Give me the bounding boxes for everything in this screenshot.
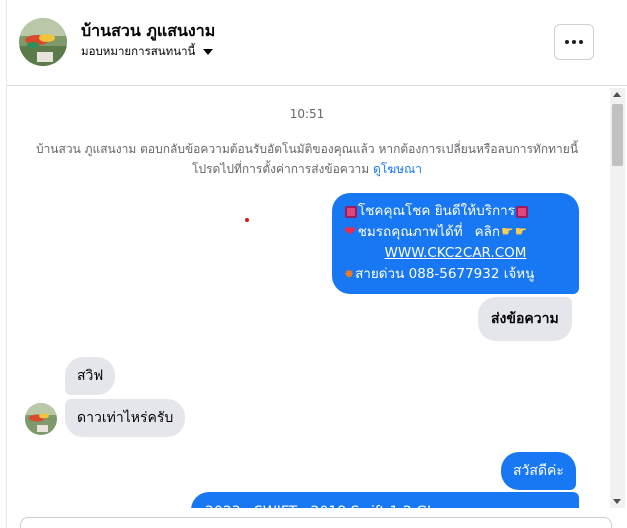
more-dot-icon — [579, 40, 583, 44]
pointing-hand-icon: ☛ — [514, 224, 528, 240]
assign-conversation-dropdown[interactable]: มอบหมายการสนทนานี้ — [81, 43, 214, 61]
message-composer[interactable] — [20, 517, 612, 528]
message-line-text: โชคคุณโชค ยินดีให้บริการ — [358, 203, 515, 219]
message-line-text: คลิก — [474, 224, 501, 240]
message-line: WWW.CKC2CAR.COM — [344, 243, 567, 264]
page-name: บ้านสวน ภูแสนงาม — [81, 21, 216, 40]
conversation-header: บ้านสวน ภูแสนงาม มอบหมายการสนทนานี้ — [7, 0, 627, 86]
red-dot-marker — [245, 218, 249, 222]
auto-reply-notice: บ้านสวน ภูแสนงาม ตอบกลับข้อความต้อนรับอั… — [25, 139, 589, 179]
sparkle-square-icon — [515, 205, 528, 218]
sender-avatar[interactable] — [25, 403, 57, 435]
scroll-down-icon[interactable] — [613, 499, 621, 504]
sparkle-square-icon — [345, 205, 357, 218]
incoming-message[interactable]: สวิฟ — [65, 357, 116, 395]
scroll-thumb[interactable] — [612, 104, 623, 166]
message-line-text: ชมรถคุณภาพได้ที่ — [357, 224, 463, 240]
message-line-text: สายด่วน 088-5677932 เจ้หนู — [355, 266, 535, 282]
caret-down-icon — [203, 49, 214, 55]
heart-icon: ❤ — [344, 224, 356, 240]
thread-scrollbar[interactable] — [610, 88, 625, 508]
message-timestamp: 10:51 — [289, 107, 325, 121]
view-ad-link[interactable]: ดูโฆษณา — [373, 162, 422, 176]
incoming-message[interactable]: ดาวเท่าไหร่ครับ — [65, 399, 186, 437]
scroll-up-icon[interactable] — [613, 92, 621, 97]
burst-icon: ✸ — [344, 267, 355, 281]
message-line: ✸ สายด่วน 088-5677932 เจ้หนู — [344, 264, 567, 285]
message-line: โชคคุณโชค ยินดีให้บริการ — [344, 201, 567, 222]
auto-reply-notice-text: บ้านสวน ภูแสนงาม ตอบกลับข้อความต้อนรับอั… — [35, 142, 579, 176]
website-link[interactable]: WWW.CKC2CAR.COM — [385, 243, 527, 264]
page-avatar[interactable] — [19, 18, 67, 66]
message-line: ❤ ชมรถคุณภาพได้ที่ คลิก ☛ ☛ — [344, 222, 567, 243]
left-edge — [0, 0, 7, 528]
outgoing-message[interactable]: 2023 · SWIFT · 2018 Swift 1.2 GL — [191, 492, 579, 508]
more-dot-icon — [572, 40, 576, 44]
outgoing-message[interactable]: สวัสดีค่ะ — [501, 452, 576, 490]
outgoing-welcome-message[interactable]: โชคคุณโชค ยินดีให้บริการ ❤ ชมรถคุณภาพได้… — [332, 193, 579, 294]
pointing-hand-icon: ☛ — [501, 224, 514, 240]
assign-label: มอบหมายการสนทนานี้ — [81, 44, 196, 58]
more-options-button[interactable] — [554, 24, 594, 60]
message-thread[interactable]: 10:51 บ้านสวน ภูแสนงาม ตอบกลับข้อความต้อ… — [7, 87, 613, 508]
more-dot-icon — [565, 40, 569, 44]
send-message-bubble[interactable]: ส่งข้อความ — [478, 297, 572, 341]
